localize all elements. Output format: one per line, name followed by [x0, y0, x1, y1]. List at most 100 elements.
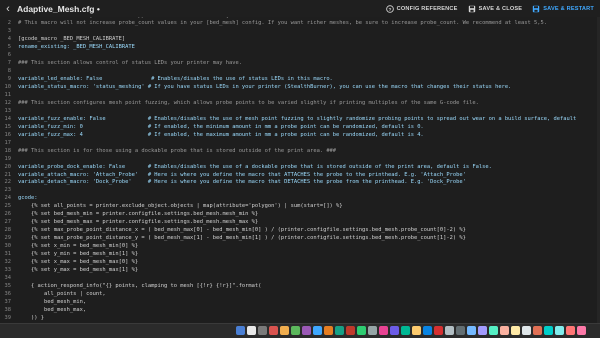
code-line[interactable]: variable_fuzz_min: 0 # If enabled, the m… — [18, 124, 424, 131]
dock-app-icon[interactable] — [544, 325, 553, 335]
line-number: 20 — [4, 163, 12, 170]
dock-app-icon[interactable] — [269, 325, 278, 335]
code-line[interactable]: {% set x_max = bed_mesh_max[0] %} — [18, 259, 138, 266]
dock-app-icon[interactable] — [456, 325, 465, 335]
dock-app-icon[interactable] — [577, 325, 586, 335]
code-line[interactable]: variable_probe_dock_enable: False # Enab… — [18, 164, 492, 171]
line-number: 7 — [7, 60, 11, 67]
line-number: 8 — [7, 68, 11, 75]
save-restart-button[interactable]: SAVE & RESTART — [532, 5, 594, 13]
line-number: 14 — [4, 115, 12, 122]
code-line[interactable]: variable_led_enable: False # Enables/dis… — [18, 76, 333, 83]
line-number: 21 — [4, 171, 12, 178]
dock-app-icon[interactable] — [500, 325, 509, 335]
line-number: 2 — [7, 20, 11, 27]
line-number: 37 — [4, 298, 12, 305]
dock-app-icon[interactable] — [346, 325, 355, 335]
config-reference-button[interactable]: ? CONFIG REFERENCE — [385, 4, 458, 13]
dock-app-icon[interactable] — [335, 325, 344, 335]
svg-text:?: ? — [388, 6, 391, 12]
line-number: 16 — [4, 131, 12, 138]
code-line[interactable]: {% set x_min = bed_mesh_min[0] %} — [18, 243, 138, 250]
line-number: 28 — [4, 227, 12, 234]
dock-app-icon[interactable] — [324, 325, 333, 335]
dock-app-icon[interactable] — [357, 325, 366, 335]
file-title: Adaptive_Mesh.cfg • — [17, 3, 100, 14]
line-number: 26 — [4, 211, 12, 218]
line-number: 30 — [4, 243, 12, 250]
dock-app-icon[interactable] — [566, 325, 575, 335]
code-line[interactable]: ### This section configures mesh point f… — [18, 100, 479, 107]
line-number: 22 — [4, 179, 12, 186]
line-number: 34 — [4, 274, 12, 281]
code-line[interactable]: { action_respond_info("{} points, clampi… — [18, 283, 261, 290]
line-number: 4 — [7, 36, 11, 43]
dock-app-icon[interactable] — [423, 325, 432, 335]
dock-app-icon[interactable] — [467, 325, 476, 335]
line-number: 23 — [4, 187, 12, 194]
dock-app-icon[interactable] — [511, 325, 520, 335]
code-line[interactable]: variable_fuzz_max: 4 # If enabled, the m… — [18, 132, 424, 139]
code-editor[interactable]: 1 # This macro will ... [exact text cropp… — [0, 17, 600, 323]
dock-app-icon[interactable] — [445, 325, 454, 335]
dock-app-icon[interactable] — [302, 325, 311, 335]
code-line[interactable]: # This macro will ... [exact text croppe… — [18, 17, 242, 20]
line-number: 39 — [4, 314, 12, 321]
line-number: 15 — [4, 123, 12, 130]
dock-app-icon[interactable] — [368, 325, 377, 335]
code-line[interactable]: # This macro will not increase probe_cou… — [18, 20, 547, 27]
line-number: 33 — [4, 266, 12, 273]
dock-app-icon[interactable] — [533, 325, 542, 335]
dock-app-icon[interactable] — [236, 325, 245, 335]
dock-app-icon[interactable] — [412, 325, 421, 335]
dock-app-icon[interactable] — [258, 325, 267, 335]
code-line[interactable]: variable_attach_macro: 'Attach_Probe' # … — [18, 172, 466, 179]
code-line[interactable]: rename_existing: _BED_MESH_CALIBRATE — [18, 44, 135, 51]
dock-app-icon[interactable] — [555, 325, 564, 335]
code-line[interactable]: {% set all_points = printer.exclude_obje… — [18, 203, 343, 210]
back-chevron-icon[interactable]: ‹ — [1, 3, 15, 15]
dock-app-icon[interactable] — [522, 325, 531, 335]
code-line[interactable]: {% set y_max = bed_mesh_max[1] %} — [18, 267, 138, 274]
dock-app-icon[interactable] — [280, 325, 289, 335]
line-number: 27 — [4, 219, 12, 226]
code-line[interactable]: {% set y_min = bed_mesh_min[1] %} — [18, 251, 138, 258]
line-number: 38 — [4, 306, 12, 313]
code-line[interactable]: {% set bed_mesh_max = printer.configfile… — [18, 219, 258, 226]
code-line[interactable]: all_points | count, — [18, 291, 106, 298]
save-icon — [468, 5, 475, 12]
dock-app-icon[interactable] — [434, 325, 443, 335]
line-number: 10 — [4, 84, 12, 91]
line-number: 18 — [4, 147, 12, 154]
code-line[interactable]: ### This section allows control of statu… — [18, 60, 242, 67]
save-close-label: SAVE & CLOSE — [478, 5, 523, 12]
code-line[interactable]: [gcode_macro _BED_MESH_CALIBRATE] — [18, 36, 125, 43]
code-line[interactable]: {% set bed_mesh_min = printer.configfile… — [18, 211, 258, 218]
code-line[interactable]: ### This section is for those using a do… — [18, 148, 336, 155]
dock-app-icon[interactable] — [291, 325, 300, 335]
code-line[interactable]: bed_mesh_min, — [18, 299, 86, 306]
code-line[interactable]: variable_detach_macro: 'Dock_Probe' # He… — [18, 179, 466, 186]
code-line[interactable]: )) } — [18, 315, 44, 322]
code-line[interactable]: variable_status_macro: 'status_meshing' … — [18, 84, 511, 91]
dock-app-icon[interactable] — [478, 325, 487, 335]
dock-app-icon[interactable] — [247, 325, 256, 335]
code-line[interactable]: {% set max_probe_point_distance_x = ( be… — [18, 227, 466, 234]
dock-app-icon[interactable] — [489, 325, 498, 335]
save-close-button[interactable]: SAVE & CLOSE — [468, 5, 523, 13]
code-line[interactable]: variable_fuzz_enable: False # Enables/di… — [18, 116, 576, 123]
line-number: 1 — [0, 17, 11, 20]
code-line[interactable]: bed_mesh_max, — [18, 307, 86, 314]
line-number: 9 — [7, 76, 11, 83]
line-number: 31 — [4, 251, 12, 257]
code-line[interactable]: gcode: — [18, 195, 37, 202]
dock-app-icon[interactable] — [379, 325, 388, 335]
dock-app-icon[interactable] — [401, 325, 410, 335]
app-dock — [236, 325, 586, 335]
dock-app-icon[interactable] — [313, 325, 322, 335]
line-number: 24 — [4, 195, 12, 202]
help-circle-icon: ? — [385, 4, 394, 13]
dock-app-icon[interactable] — [390, 325, 399, 335]
code-line[interactable]: {% set max_probe_point_distance_y = ( be… — [18, 235, 466, 242]
line-number: 12 — [4, 99, 12, 106]
